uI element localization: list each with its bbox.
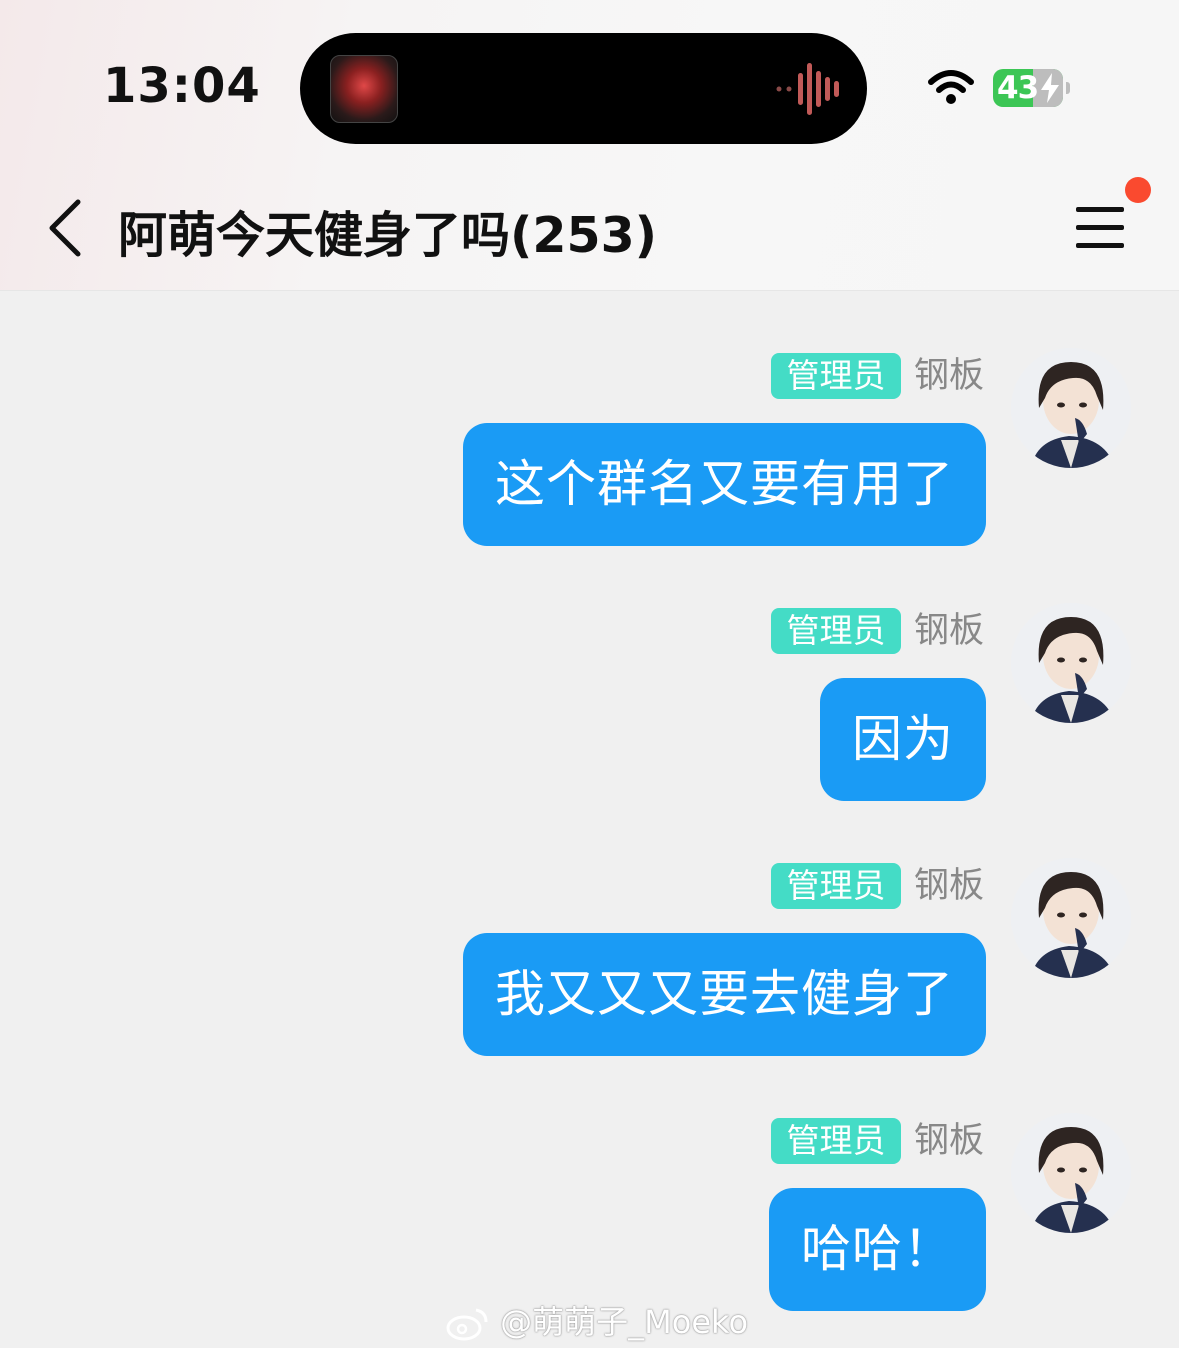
battery-level: 43 xyxy=(997,70,1039,106)
audio-waveform-icon xyxy=(776,63,839,115)
weibo-logo-icon xyxy=(446,1308,488,1341)
notification-dot xyxy=(1125,177,1151,203)
sender-name[interactable]: 钢板 xyxy=(914,608,984,654)
watermark: @萌萌子_Moeko xyxy=(446,1297,748,1343)
battery-indicator: 43 xyxy=(993,69,1063,107)
message-item: 管理员 钢板 我又又又要去健身了 xyxy=(0,858,1179,1093)
avatar[interactable] xyxy=(1011,1113,1131,1233)
message-bubble[interactable]: 这个群名又要有用了 xyxy=(463,423,986,546)
admin-badge: 管理员 xyxy=(771,863,901,909)
admin-badge: 管理员 xyxy=(771,608,901,654)
chevron-left-icon[interactable] xyxy=(44,198,84,258)
chat-title: 阿萌今天健身了吗(253) xyxy=(118,207,658,264)
message-bubble[interactable]: 因为 xyxy=(820,678,986,801)
message-item: 管理员 钢板 因为 xyxy=(0,603,1179,838)
avatar[interactable] xyxy=(1011,858,1131,978)
sender-name[interactable]: 钢板 xyxy=(914,1118,984,1164)
header-area: 13:04 43 阿萌今天健身了吗(253) xyxy=(0,0,1179,291)
avatar[interactable] xyxy=(1011,348,1131,468)
message-bubble[interactable]: 哈哈！ xyxy=(769,1188,986,1311)
sender-name[interactable]: 钢板 xyxy=(914,863,984,909)
admin-badge: 管理员 xyxy=(771,1118,901,1164)
hamburger-menu-icon[interactable] xyxy=(1074,205,1126,251)
charging-bolt-icon xyxy=(1041,73,1059,103)
status-time: 13:04 xyxy=(103,58,261,114)
admin-badge: 管理员 xyxy=(771,353,901,399)
watermark-text: @萌萌子_Moeko xyxy=(500,1303,749,1341)
dynamic-island[interactable] xyxy=(300,33,867,144)
wifi-icon xyxy=(928,70,974,104)
message-item: 管理员 钢板 这个群名又要有用了 xyxy=(0,348,1179,583)
avatar[interactable] xyxy=(1011,603,1131,723)
battery-cap xyxy=(1066,82,1070,94)
now-playing-artwork xyxy=(330,55,398,123)
sender-name[interactable]: 钢板 xyxy=(914,353,984,399)
message-bubble[interactable]: 我又又又要去健身了 xyxy=(463,933,986,1056)
